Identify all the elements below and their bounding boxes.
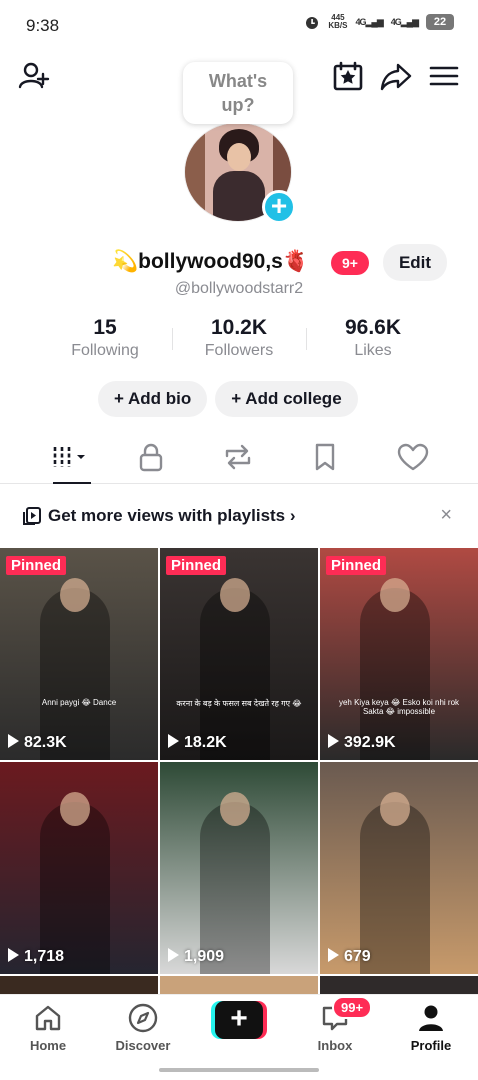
active-tab-indicator <box>53 482 91 484</box>
content-tabs <box>0 432 478 484</box>
create-button[interactable]: + <box>211 1001 267 1039</box>
video-thumbnail[interactable]: 679 <box>320 762 478 974</box>
video-caption: करना के बड़ के फसल सब देखते रह गए 😂 <box>176 699 302 708</box>
view-count: 1,718 <box>8 948 64 966</box>
view-count: 82.3K <box>8 734 67 752</box>
signal-2-icon: 4G▂▄▆ <box>390 16 419 27</box>
inbox-badge: 99+ <box>332 996 373 1019</box>
home-indicator <box>159 1068 319 1072</box>
thumbnail-figure-head <box>220 792 250 826</box>
video-thumbnail[interactable]: 1,718 <box>0 762 158 974</box>
video-thumbnail[interactable] <box>160 976 318 996</box>
add-story-button[interactable]: + <box>262 190 296 224</box>
view-count: 679 <box>328 948 371 966</box>
nav-profile[interactable]: Profile <box>386 1001 476 1053</box>
video-thumbnail[interactable]: Pinned करना के बड़ के फसल सब देखते रह गए … <box>160 548 318 760</box>
view-count-value: 1,909 <box>184 948 225 965</box>
view-count-value: 18.2K <box>184 734 227 751</box>
home-icon <box>35 1005 61 1031</box>
notification-badge[interactable]: 9+ <box>331 251 369 275</box>
edit-profile-button[interactable]: Edit <box>383 244 447 281</box>
profile-stats: 15 Following 10.2K Followers 96.6K Likes <box>38 316 440 366</box>
view-count-value: 1,718 <box>24 948 65 965</box>
profile-icon <box>419 1005 443 1031</box>
play-icon <box>328 734 339 748</box>
video-caption: yeh Kiya keya 😂 Esko koi nhi rok Sakta 😂… <box>338 698 460 716</box>
net-speed: 445 KB/S <box>328 13 348 30</box>
play-icon <box>168 948 179 962</box>
menu-icon[interactable] <box>428 60 460 92</box>
playlist-icon <box>23 507 41 525</box>
stat-likes[interactable]: 96.6K Likes <box>306 316 440 366</box>
view-count-value: 392.9K <box>344 734 396 751</box>
thumbnail-figure-head <box>380 578 410 612</box>
video-thumbnail[interactable] <box>320 976 478 996</box>
alarm-icon <box>306 17 319 29</box>
view-count-value: 82.3K <box>24 734 67 751</box>
thumbnail-figure-head <box>380 792 410 826</box>
status-time: 9:38 <box>26 16 60 35</box>
pinned-badge: Pinned <box>6 556 67 575</box>
status-bar: 9:38 445 KB/S 4G▂▄▆ 4G▂▄▆ 22 <box>0 0 478 50</box>
play-icon <box>168 734 179 748</box>
heart-icon[interactable] <box>396 442 430 472</box>
view-count-value: 679 <box>344 948 371 965</box>
thumbnail-figure-head <box>60 578 90 612</box>
repost-icon[interactable] <box>221 442 255 472</box>
compass-icon <box>128 1003 158 1033</box>
status-note-bubble[interactable]: What's up? <box>183 62 293 124</box>
name-row: 💫bollywood90,s🫀 9+ Edit <box>0 244 478 284</box>
add-bio-button[interactable]: + Add bio <box>98 381 208 417</box>
play-icon <box>8 734 19 748</box>
profile-avatar[interactable]: + <box>184 122 296 224</box>
playlist-banner-text: Get more views with playlists › <box>48 506 296 525</box>
share-icon[interactable] <box>380 60 412 92</box>
username-handle: @bollywoodstarr2 <box>174 280 304 297</box>
view-count: 18.2K <box>168 734 227 752</box>
stat-following[interactable]: 15 Following <box>38 316 172 366</box>
video-thumbnail[interactable] <box>0 976 158 996</box>
playlist-banner[interactable]: Get more views with playlists › × <box>22 500 458 532</box>
thumbnail-figure-head <box>60 792 90 826</box>
close-icon[interactable]: × <box>440 504 452 527</box>
status-icons: 445 KB/S 4G▂▄▆ 4G▂▄▆ 22 <box>304 14 454 30</box>
view-count: 1,909 <box>168 948 224 966</box>
signal-1-icon: 4G▂▄▆ <box>355 16 384 27</box>
play-icon <box>328 948 339 962</box>
video-thumbnail[interactable]: Pinned Anni paygi 😂 Dance 82.3K <box>0 548 158 760</box>
thumbnail-figure-head <box>220 578 250 612</box>
pinned-badge: Pinned <box>326 556 387 575</box>
view-count: 392.9K <box>328 734 396 752</box>
nav-discover[interactable]: Discover <box>98 1001 188 1053</box>
bookmark-icon[interactable] <box>308 442 342 472</box>
video-thumbnail[interactable]: 1,909 <box>160 762 318 974</box>
videos-grid-icon[interactable] <box>52 442 86 472</box>
stat-followers[interactable]: 10.2K Followers <box>172 316 306 366</box>
add-friend-icon[interactable] <box>18 60 50 92</box>
add-college-button[interactable]: + Add college <box>215 381 358 417</box>
pinned-badge: Pinned <box>166 556 227 575</box>
video-caption: Anni paygi 😂 Dance <box>41 698 117 707</box>
calendar-star-icon[interactable] <box>332 60 364 92</box>
nav-home[interactable]: Home <box>3 1001 93 1053</box>
display-name: 💫bollywood90,s🫀 <box>112 250 309 273</box>
profile-actions: + Add bio + Add college <box>98 381 358 417</box>
play-icon <box>8 948 19 962</box>
lock-icon[interactable] <box>134 442 168 472</box>
battery-icon: 22 <box>426 14 454 30</box>
video-thumbnail[interactable]: Pinned yeh Kiya keya 😂 Esko koi nhi rok S… <box>320 548 478 760</box>
